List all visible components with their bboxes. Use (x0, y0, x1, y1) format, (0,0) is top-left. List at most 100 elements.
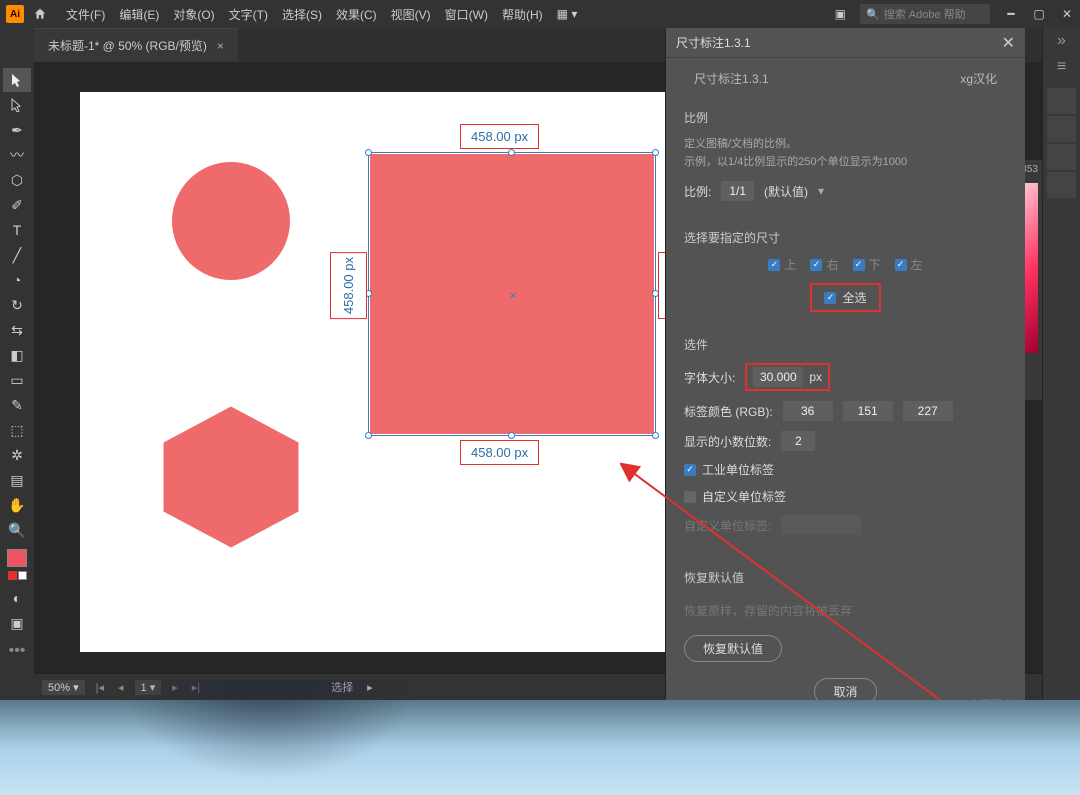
eyedropper-tool[interactable]: ✎ (3, 393, 31, 417)
checkbox-right[interactable]: ✓右 (810, 256, 838, 273)
hexagon-shape[interactable] (156, 402, 306, 552)
selection-handle[interactable] (365, 432, 372, 439)
ratio-select[interactable]: 1/1 (721, 181, 754, 201)
menu-select[interactable]: 选择(S) (282, 6, 322, 23)
tools-panel: ✒ 〰 ⬡ ✐ T ╱ ◔ ↻ ⇆ ◧ ▭ ✎ ⬚ ✲ ▤ ✋ 🔍 ◐ ▣ ••… (0, 62, 34, 702)
selection-handle[interactable] (508, 149, 515, 156)
color-b-input[interactable] (903, 401, 953, 421)
width-tool[interactable]: ⇆ (3, 318, 31, 342)
blend-tool[interactable]: ⬚ (3, 418, 31, 442)
restore-defaults-button[interactable]: 恢复默认值 (684, 635, 782, 662)
decimals-input[interactable] (781, 431, 815, 451)
zoom-tool[interactable]: 🔍 (3, 518, 31, 542)
type-tool[interactable]: T (3, 218, 31, 242)
workspace-switcher-icon[interactable]: ▦ ▾ (557, 7, 578, 21)
font-size-unit: px (809, 370, 822, 384)
line-tool[interactable]: ╱ (3, 243, 31, 267)
dialog-close-icon[interactable]: ✕ (1002, 33, 1015, 53)
dimensions-section-title: 选择要指定的尺寸 (684, 229, 1007, 246)
dimension-label-left: 458.00 px (330, 252, 367, 319)
menu-object[interactable]: 对象(O) (173, 6, 214, 23)
checkbox-custom-units[interactable]: 自定义单位标签 (684, 488, 786, 505)
curvature-tool[interactable]: 〰 (3, 143, 31, 167)
chevron-down-icon[interactable]: ▾ (818, 184, 824, 198)
custom-units-input (781, 515, 861, 535)
panel-menu-icon[interactable]: » (1043, 28, 1080, 54)
close-icon[interactable]: ✕ (1060, 7, 1074, 21)
menu-edit[interactable]: 编辑(E) (119, 6, 159, 23)
menu-file[interactable]: 文件(F) (66, 6, 105, 23)
selection-handle[interactable] (365, 149, 372, 156)
checkbox-select-all[interactable]: ✓全选 (810, 283, 880, 312)
selection-tool[interactable] (3, 68, 31, 92)
ratio-label: 比例: (684, 183, 711, 200)
circle-shape[interactable] (172, 162, 290, 280)
color-r-input[interactable] (783, 401, 833, 421)
panel-options-icon[interactable]: ≡ (1043, 54, 1080, 80)
menu-window[interactable]: 窗口(W) (445, 6, 488, 23)
direct-selection-tool[interactable] (3, 93, 31, 117)
dialog-titlebar: 尺寸标注1.3.1 ✕ (666, 28, 1025, 58)
close-tab-icon[interactable]: × (217, 39, 224, 53)
help-search-placeholder: 搜索 Adobe 帮助 (884, 6, 966, 22)
selection-handle[interactable] (508, 432, 515, 439)
font-size-field-highlight: px (745, 363, 830, 391)
symbol-sprayer-tool[interactable]: ✲ (3, 443, 31, 467)
menu-help[interactable]: 帮助(H) (502, 6, 543, 23)
zoom-level[interactable]: 50% ▾ (42, 680, 85, 695)
panel-icon[interactable] (1047, 172, 1076, 198)
pen-tool[interactable]: ✒ (3, 118, 31, 142)
draw-mode-icon[interactable]: ◐ (3, 586, 31, 610)
stroke-color-swatch[interactable] (8, 571, 27, 580)
ratio-section-title: 比例 (684, 109, 1007, 126)
fill-color-swatch[interactable] (7, 549, 27, 567)
menubar: Ai 文件(F) 编辑(E) 对象(O) 文字(T) 选择(S) 效果(C) 视… (0, 0, 1080, 28)
checkbox-top[interactable]: ✓上 (768, 256, 796, 273)
panel-icon[interactable] (1047, 88, 1076, 114)
search-icon: 🔍 (866, 8, 880, 21)
restore-description: 恢复原样，存留的内容将被丢弃 (684, 602, 1007, 619)
home-icon[interactable] (32, 6, 48, 22)
desktop-background (0, 700, 1080, 795)
minimize-icon[interactable]: ━ (1004, 7, 1018, 21)
document-tab-title: 未标题-1* @ 50% (RGB/预览) (48, 37, 207, 54)
screen-mode-icon[interactable]: ▣ (3, 611, 31, 635)
artboard-tool[interactable]: ▤ (3, 468, 31, 492)
checkbox-bottom[interactable]: ✓下 (853, 256, 881, 273)
rectangle-tool[interactable]: ⬡ (3, 168, 31, 192)
dimension-label-top: 458.00 px (460, 124, 539, 149)
panel-icon[interactable] (1047, 116, 1076, 142)
selection-handle[interactable] (652, 432, 659, 439)
help-search[interactable]: 🔍 搜索 Adobe 帮助 (860, 4, 990, 24)
checkbox-left[interactable]: ✓左 (895, 256, 923, 273)
menu-type[interactable]: 文字(T) (229, 6, 268, 23)
dimension-annotation-dialog: 尺寸标注1.3.1 ✕ 尺寸标注1.3.1 xg汉化 比例 定义图稿/文档的比例… (665, 28, 1025, 760)
checkbox-industrial-units[interactable]: ✓工业单位标签 (684, 461, 774, 478)
paintbrush-tool[interactable]: ✐ (3, 193, 31, 217)
hand-tool[interactable]: ✋ (3, 493, 31, 517)
gradient-tool[interactable]: ▭ (3, 368, 31, 392)
rotate-tool[interactable]: ↻ (3, 293, 31, 317)
dialog-credit: xg汉化 (960, 70, 997, 87)
shape-builder-tool[interactable]: ◔ (3, 268, 31, 292)
center-point-icon: ✕ (509, 291, 515, 297)
selection-handle[interactable] (652, 149, 659, 156)
artboard[interactable]: ✕ 458.00 px 458.00 px 458.00 px 458.00 p… (80, 92, 680, 652)
color-g-input[interactable] (843, 401, 893, 421)
maximize-icon[interactable]: ▢ (1032, 7, 1046, 21)
menu-effect[interactable]: 效果(C) (336, 6, 377, 23)
menu-view[interactable]: 视图(V) (391, 6, 431, 23)
document-window-icon[interactable]: ▣ (835, 7, 846, 21)
panel-icon[interactable] (1047, 144, 1076, 170)
chevron-down-icon: ▾ (73, 682, 79, 694)
edit-toolbar-icon[interactable]: ••• (9, 642, 26, 660)
right-collapsed-panels: » ≡ (1042, 28, 1080, 795)
app-logo: Ai (6, 5, 24, 23)
dimension-label-bottom: 458.00 px (460, 440, 539, 465)
document-tab[interactable]: 未标题-1* @ 50% (RGB/预览) × (34, 28, 238, 62)
eraser-tool[interactable]: ◧ (3, 343, 31, 367)
ratio-description: 定义图稿/文档的比例。 示例，以1/4比例显示的250个单位显示为1000 (684, 136, 1007, 171)
font-size-input[interactable] (753, 367, 803, 387)
label-color-label: 标签颜色 (RGB): (684, 403, 773, 420)
first-artboard-icon[interactable]: |◂ (93, 681, 107, 694)
